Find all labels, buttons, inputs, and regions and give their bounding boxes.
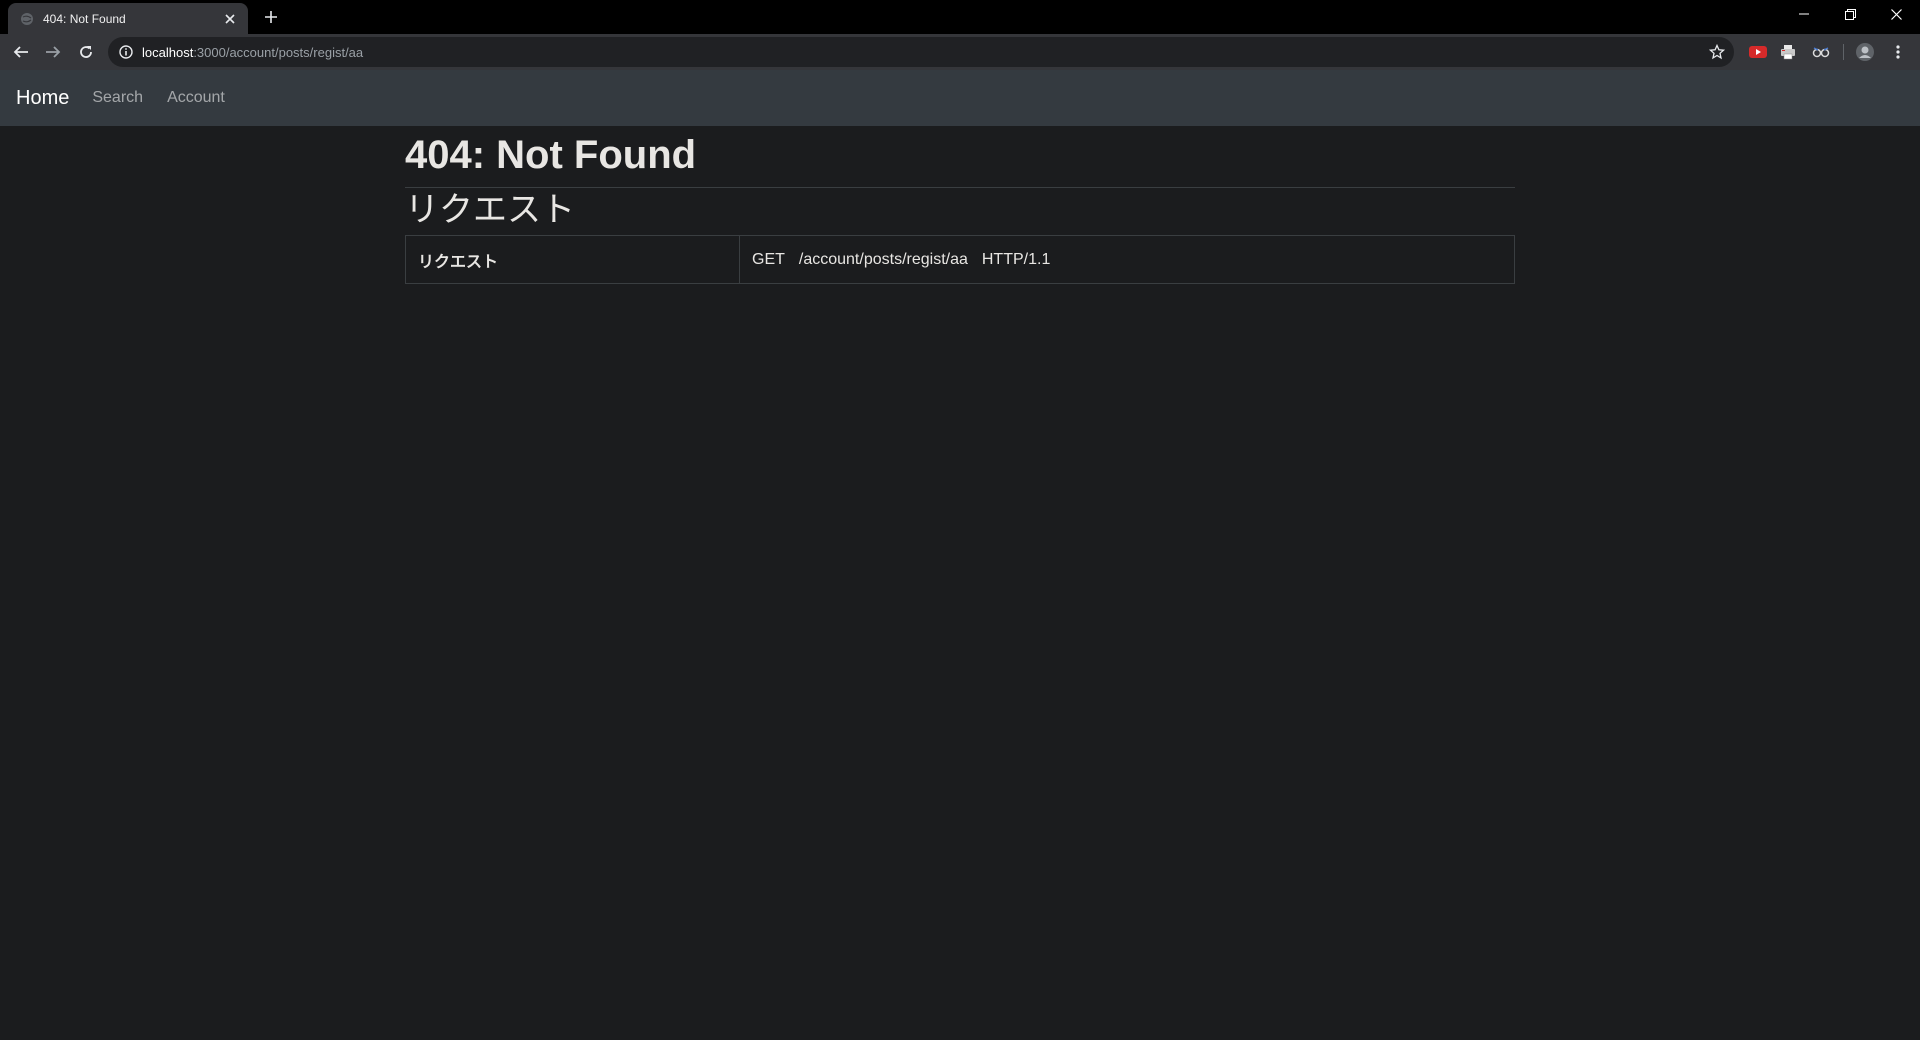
forward-icon[interactable] — [41, 40, 65, 64]
request-protocol: HTTP/1.1 — [981, 250, 1051, 268]
profile-avatar-icon[interactable] — [1855, 42, 1875, 62]
browser-toolbar: localhost:3000/account/posts/regist/aa — [0, 34, 1920, 70]
request-method: GET — [752, 250, 785, 268]
youtube-extension-icon[interactable] — [1748, 42, 1768, 62]
url-path: :3000/account/posts/regist/aa — [193, 44, 364, 60]
url-host: localhost — [142, 44, 194, 60]
minimize-icon[interactable] — [1781, 0, 1827, 28]
toolbar-separator — [1843, 44, 1844, 60]
glasses-extension-icon[interactable] — [1811, 42, 1831, 62]
nav-link-account[interactable]: Account — [167, 89, 225, 107]
table-row: リクエスト GET/account/posts/regist/aa HTTP/1.… — [405, 235, 1515, 284]
section-heading: リクエスト — [405, 191, 575, 229]
info-icon[interactable] — [118, 44, 134, 60]
request-table: リクエスト GET/account/posts/regist/aa HTTP/1.… — [405, 235, 1515, 284]
browser-tab-strip: 404: Not Found — [0, 0, 1920, 34]
tab-title: 404: Not Found — [43, 11, 126, 26]
request-value-cell: GET/account/posts/regist/aa HTTP/1.1 — [739, 235, 1515, 284]
reload-icon[interactable] — [74, 40, 98, 64]
nav-link-search[interactable]: Search — [92, 89, 143, 107]
new-tab-icon[interactable] — [262, 8, 280, 26]
request-path: /account/posts/regist/aa — [798, 250, 968, 268]
page-title: 404: Not Found — [405, 131, 1515, 188]
printer-extension-icon[interactable] — [1778, 42, 1798, 62]
request-key-cell: リクエスト — [405, 235, 740, 284]
close-window-icon[interactable] — [1873, 0, 1919, 28]
menu-kebab-icon[interactable] — [1888, 42, 1908, 62]
bookmark-star-icon[interactable] — [1708, 43, 1726, 61]
close-tab-icon[interactable] — [222, 11, 238, 27]
main-content: 404: Not Found リクエスト リクエスト GET/account/p… — [405, 126, 1515, 284]
browser-tab[interactable]: 404: Not Found — [8, 3, 248, 34]
globe-icon — [20, 12, 34, 26]
restore-icon[interactable] — [1827, 0, 1873, 28]
url-text: localhost:3000/account/posts/regist/aa — [142, 45, 363, 60]
back-icon[interactable] — [9, 40, 33, 64]
address-bar[interactable]: localhost:3000/account/posts/regist/aa — [108, 37, 1734, 67]
navbar-brand-home[interactable]: Home — [16, 87, 69, 110]
site-navbar: Home Search Account — [0, 70, 1920, 126]
